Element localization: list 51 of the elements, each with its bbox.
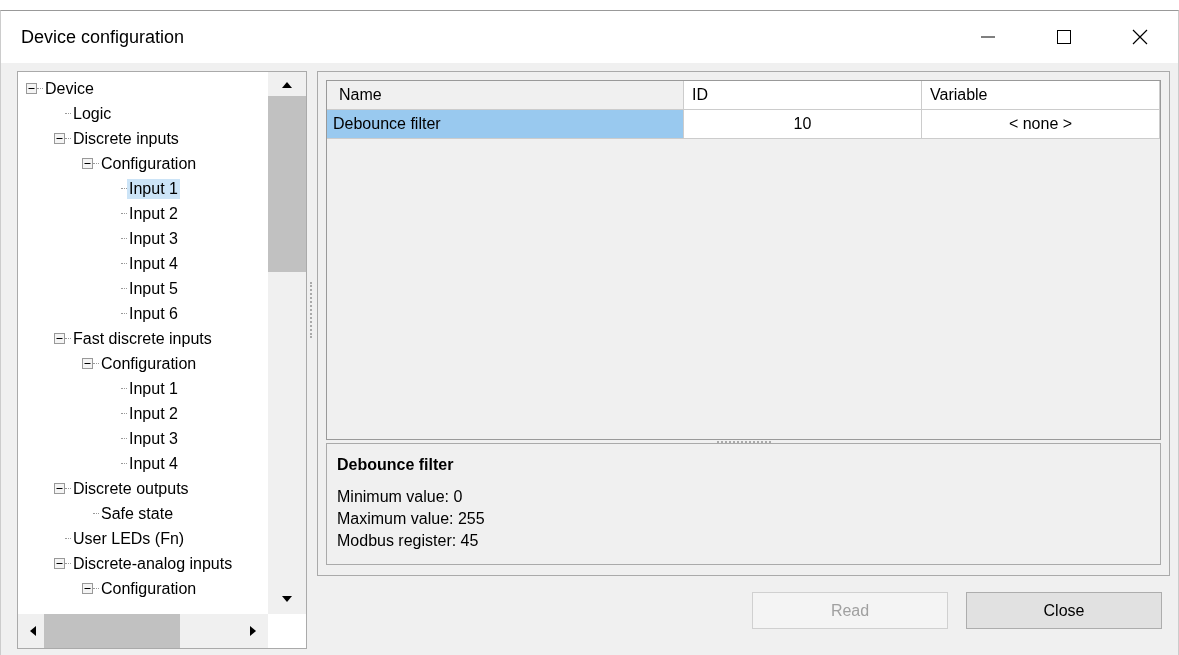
details-line: Maximum value: 255 (337, 509, 485, 529)
tree-item[interactable]: Input 1 (127, 378, 180, 399)
scroll-up-icon[interactable] (282, 82, 293, 88)
tree-item[interactable]: Input 1 (127, 178, 180, 199)
splitter-grip[interactable] (310, 282, 315, 338)
column-header[interactable]: ID (684, 81, 922, 109)
horizontal-scrollbar[interactable] (18, 614, 269, 648)
scroll-down-icon[interactable] (282, 596, 293, 602)
column-header[interactable]: Variable (922, 81, 1160, 109)
tree-item[interactable]: Input 3 (127, 228, 180, 249)
collapse-icon[interactable] (54, 558, 65, 569)
tree-item[interactable]: Configuration (99, 578, 199, 599)
tree-item[interactable]: Input 4 (127, 253, 180, 274)
tree-item[interactable]: Input 3 (127, 428, 180, 449)
tree-item[interactable]: Discrete inputs (71, 128, 181, 149)
details-line: Modbus register: 45 (337, 531, 479, 551)
tree-item[interactable]: Device (43, 78, 96, 99)
collapse-icon[interactable] (26, 83, 37, 94)
table-cell[interactable]: Debounce filter (327, 110, 684, 138)
collapse-icon[interactable] (82, 158, 93, 169)
collapse-icon[interactable] (54, 133, 65, 144)
close-icon[interactable] (1132, 29, 1148, 45)
tree-item[interactable]: User LEDs (Fn) (71, 528, 187, 549)
column-header[interactable]: Name (327, 81, 684, 109)
collapse-icon[interactable] (82, 358, 93, 369)
tree-item[interactable]: Discrete-analog inputs (71, 553, 235, 574)
scroll-right-icon[interactable] (250, 626, 257, 636)
table-cell[interactable]: 10 (684, 110, 922, 138)
collapse-icon[interactable] (54, 333, 65, 344)
details-line: Minimum value: 0 (337, 487, 463, 507)
tree-item[interactable]: Safe state (99, 503, 176, 524)
tree-item[interactable]: Input 5 (127, 278, 180, 299)
vertical-scrollbar[interactable] (268, 72, 307, 614)
splitter-grip[interactable] (716, 440, 771, 443)
collapse-icon[interactable] (54, 483, 65, 494)
details-title: Debounce filter (337, 456, 454, 474)
window-title: Device configuration (21, 26, 185, 48)
tree-item[interactable]: Input 6 (127, 303, 180, 324)
tree-item[interactable]: Input 4 (127, 453, 180, 474)
tree-item[interactable]: Configuration (99, 353, 199, 374)
dialog-button[interactable]: Close (966, 592, 1162, 629)
tree-item[interactable]: Logic (71, 103, 114, 124)
tree-item[interactable]: Configuration (99, 153, 199, 174)
tree-item[interactable]: Fast discrete inputs (71, 328, 214, 349)
tree-item[interactable]: Discrete outputs (71, 478, 191, 499)
tree-item[interactable]: Input 2 (127, 203, 180, 224)
table-cell[interactable]: < none > (922, 110, 1160, 138)
maximize-icon[interactable] (1056, 29, 1072, 45)
tree-item[interactable]: Input 2 (127, 403, 180, 424)
collapse-icon[interactable] (82, 583, 93, 594)
scroll-left-icon[interactable] (30, 626, 36, 636)
